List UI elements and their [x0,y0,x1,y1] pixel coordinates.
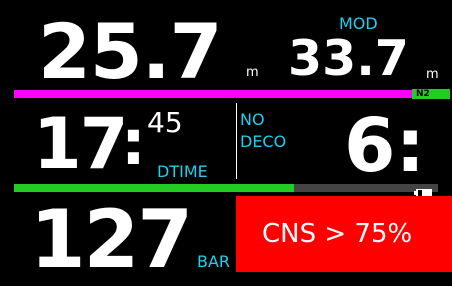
middle-divider [236,103,237,179]
depth-value: 25.7 [38,7,223,96]
mod-unit: m [426,67,439,82]
deco-label-line1: NO [240,110,265,129]
dive-time-minutes: 17 [33,103,128,185]
dive-time-label: DTIME [157,162,208,181]
tank-pressure-unit: BAR [197,252,231,271]
depth-unit: m [246,65,259,80]
cns-alert-text: CNS > 75% [262,219,413,249]
gas-label: N2 [416,89,430,99]
deco-value: 6: [344,103,426,189]
tissue-gauge [14,184,438,192]
mod-value: 33.7 [288,30,409,87]
tissue-gauge-fill [14,184,294,192]
dive-time-colon: : [121,106,146,179]
dive-time-seconds: 45 [147,106,183,139]
deco-label-line2: DECO [240,132,287,151]
gas-bar [14,90,412,98]
battery-icon [414,183,434,197]
tank-pressure-value: 127 [30,193,193,286]
